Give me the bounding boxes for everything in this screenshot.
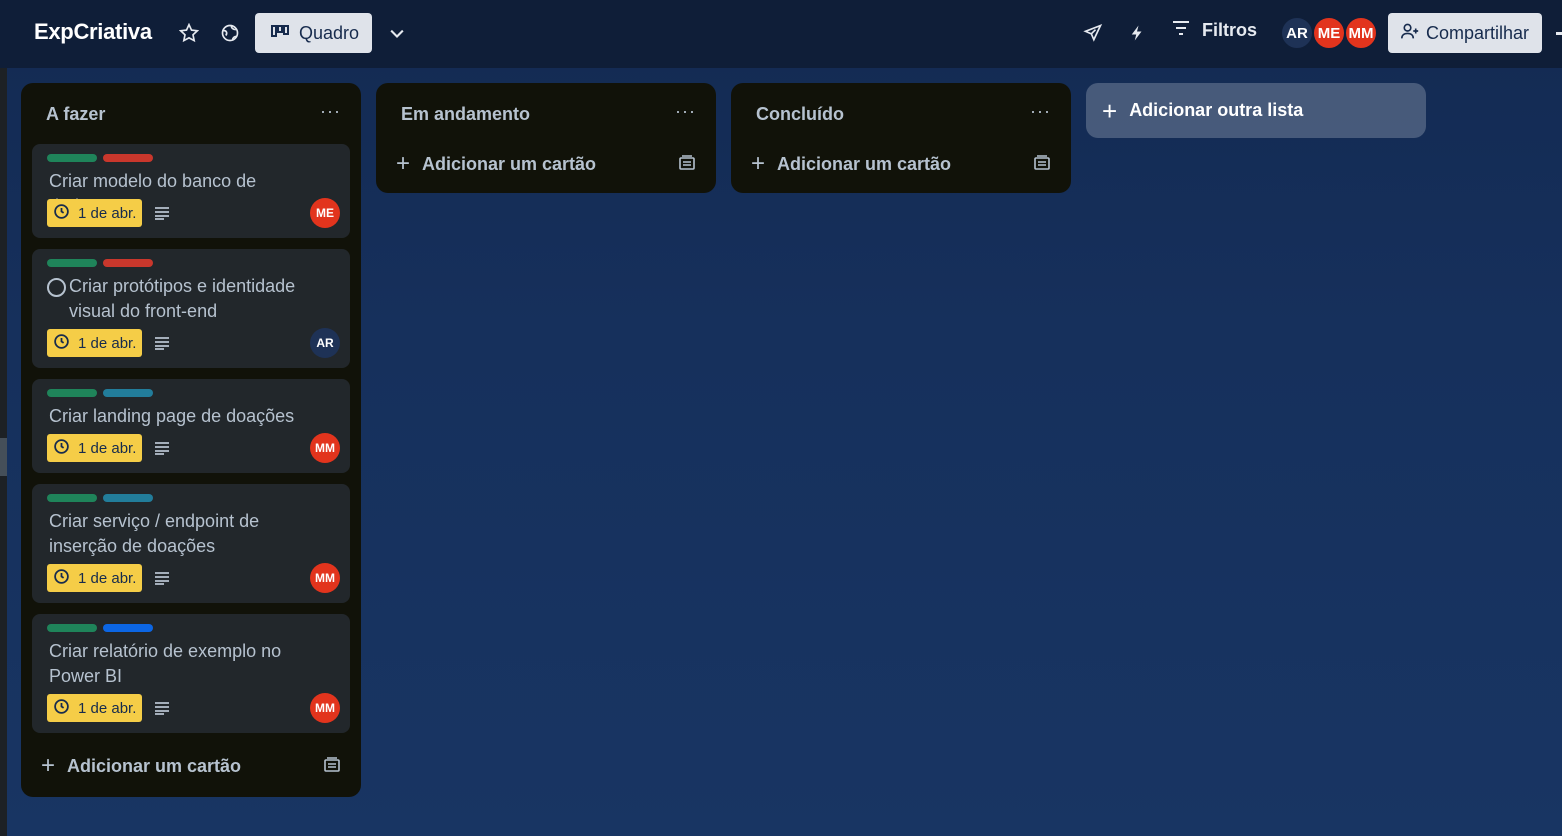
list-title[interactable]: A fazer [46,104,105,125]
chevron-down-icon[interactable] [387,24,407,44]
label-green [47,624,97,632]
due-date-text: 1 de abr. [78,439,137,457]
view-label: Quadro [299,22,360,43]
due-date-badge[interactable]: 1 de abr. [47,694,142,722]
template-icon[interactable] [678,155,696,176]
card-title: Criar relatório de exemplo no Power BI [49,641,282,686]
member-avatar-ar[interactable]: AR [1280,16,1314,50]
filters-button[interactable]: Filtros [1172,20,1257,41]
share-button[interactable]: Compartilhar [1388,13,1542,53]
list-a-fazer: A fazer ··· Criar modelo do banco de dad… [21,83,361,797]
label-red [103,259,153,267]
card-title: Criar landing page de doações [49,406,295,426]
list-concluido: Concluído ··· + Adicionar um cartão [731,83,1071,193]
globe-icon[interactable] [220,23,240,43]
add-card-label: Adicionar um cartão [777,153,952,174]
more-icon[interactable]: ··· [1030,101,1051,122]
card[interactable]: Criar modelo do banco de dados 1 de abr.… [32,144,350,238]
card-labels[interactable] [47,494,153,502]
list-title[interactable]: Concluído [756,104,844,125]
member-avatar-me[interactable]: ME [1312,16,1346,50]
card-labels[interactable] [47,389,153,397]
board-icon [271,23,289,44]
board-title[interactable]: ExpCriativa [34,19,152,45]
label-teal [103,494,153,502]
member-avatar[interactable]: ME [310,198,340,228]
card-title: Criar serviço / endpoint de inserção de … [49,511,260,556]
list-em-andamento: Em andamento ··· + Adicionar um cartão [376,83,716,193]
plus-icon: + [41,752,56,779]
card[interactable]: Criar serviço / endpoint de inserção de … [32,484,350,603]
sidebar-handle[interactable] [0,438,7,476]
label-green [47,494,97,502]
label-green [47,259,97,267]
list-header: Em andamento ··· [376,83,716,143]
due-date-badge[interactable]: 1 de abr. [47,434,142,462]
card[interactable]: Criar relatório de exemplo no Power BI 1… [32,614,350,733]
share-label: Compartilhar [1426,22,1530,43]
add-member-icon [1400,22,1420,45]
label-green [47,389,97,397]
card-labels[interactable] [47,154,153,162]
card[interactable]: Criar protótipos e identidade visual do … [32,249,350,368]
clock-icon [53,333,70,354]
bolt-icon[interactable] [1128,23,1146,43]
add-card-button[interactable]: + Adicionar um cartão [751,149,1051,179]
description-icon [154,441,170,460]
member-avatar[interactable]: MM [310,693,340,723]
more-icon[interactable] [1556,32,1562,35]
description-icon [154,571,170,590]
add-card-label: Adicionar um cartão [67,755,242,776]
card-title: Criar protótipos e identidade visual do … [69,276,296,321]
clock-icon [53,438,70,459]
view-switcher-button[interactable]: Quadro [255,13,372,53]
description-icon [154,701,170,720]
member-avatar[interactable]: MM [310,563,340,593]
add-card-button[interactable]: + Adicionar um cartão [41,751,341,781]
add-list-button[interactable]: + Adicionar outra lista [1086,83,1426,138]
card-labels[interactable] [47,259,153,267]
member-avatar[interactable]: AR [310,328,340,358]
due-date-text: 1 de abr. [78,699,137,717]
list-title[interactable]: Em andamento [401,104,530,125]
plus-icon: + [751,150,766,177]
filters-label: Filtros [1202,20,1258,40]
star-icon[interactable] [179,23,199,43]
due-date-text: 1 de abr. [78,204,137,222]
label-teal [103,389,153,397]
plus-icon: + [396,150,411,177]
member-avatar[interactable]: MM [310,433,340,463]
due-date-badge[interactable]: 1 de abr. [47,199,142,227]
rocket-icon[interactable] [1083,23,1103,43]
due-date-text: 1 de abr. [78,334,137,352]
template-icon[interactable] [323,757,341,778]
description-icon [154,336,170,355]
clock-icon [53,203,70,224]
label-green [47,154,97,162]
clock-icon [53,568,70,589]
description-icon [154,206,170,225]
label-red [103,154,153,162]
filter-icon [1172,20,1190,41]
clock-icon [53,698,70,719]
due-date-badge[interactable]: 1 de abr. [47,329,142,357]
due-date-badge[interactable]: 1 de abr. [47,564,142,592]
more-icon[interactable]: ··· [320,101,341,122]
card-labels[interactable] [47,624,153,632]
plus-icon: + [1102,95,1118,126]
add-card-label: Adicionar um cartão [422,153,597,174]
card[interactable]: Criar landing page de doações 1 de abr. … [32,379,350,473]
add-card-button[interactable]: + Adicionar um cartão [396,149,696,179]
add-list-label: Adicionar outra lista [1129,100,1304,120]
due-date-text: 1 de abr. [78,569,137,587]
list-header: A fazer ··· [21,83,361,143]
checkbox-circle-icon[interactable] [47,278,66,297]
list-header: Concluído ··· [731,83,1071,143]
board-header: ExpCriativa Quadro Filtros AR ME MM Comp… [0,0,1562,68]
label-blue [103,624,153,632]
member-avatar-mm[interactable]: MM [1344,16,1378,50]
template-icon[interactable] [1033,155,1051,176]
more-icon[interactable]: ··· [675,101,696,122]
